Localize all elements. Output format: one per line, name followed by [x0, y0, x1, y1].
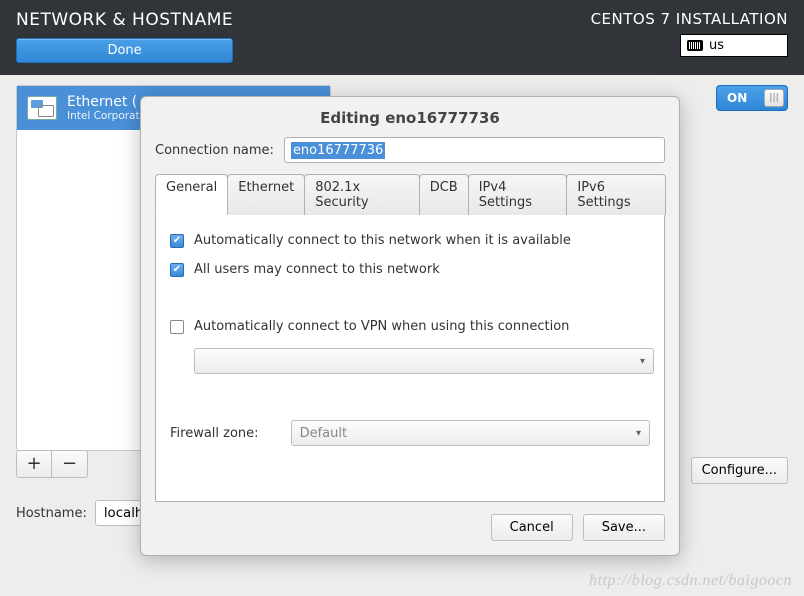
hostname-label: Hostname:: [16, 506, 87, 521]
cancel-button[interactable]: Cancel: [491, 514, 573, 541]
device-subtitle: Intel Corporat: [67, 110, 140, 122]
all-users-checkbox[interactable]: [170, 263, 184, 277]
tab-ipv6[interactable]: IPv6 Settings: [566, 174, 666, 215]
edit-connection-dialog: Editing eno16777736 Connection name: eno…: [140, 96, 680, 556]
firewall-zone-select[interactable]: Default ▾: [291, 420, 650, 446]
dialog-body: Connection name: eno16777736 General Eth…: [141, 137, 679, 502]
watermark: http://blog.csdn.net/baigoocn: [589, 572, 792, 590]
auto-connect-row[interactable]: Automatically connect to this network wh…: [170, 233, 650, 248]
connection-name-label: Connection name:: [155, 143, 274, 158]
device-text: Ethernet ( Intel Corporat: [67, 94, 140, 122]
chevron-down-icon: ▾: [640, 356, 645, 367]
add-device-button[interactable]: +: [16, 450, 52, 478]
connection-name-value: eno16777736: [291, 142, 385, 159]
connection-name-row: Connection name: eno16777736: [155, 137, 665, 163]
all-users-label: All users may connect to this network: [194, 262, 440, 277]
connection-name-input[interactable]: eno16777736: [284, 137, 665, 163]
spacer: [170, 291, 650, 305]
done-button[interactable]: Done: [16, 38, 233, 63]
installer-title: CENTOS 7 INSTALLATION: [591, 10, 788, 28]
firewall-zone-row: Firewall zone: Default ▾: [170, 420, 650, 446]
keyboard-layout-selector[interactable]: us: [680, 34, 788, 57]
dialog-title: Editing eno16777736: [141, 97, 679, 137]
page-title: NETWORK & HOSTNAME: [16, 10, 233, 30]
spacer-2: [170, 388, 650, 402]
dialog-footer: Cancel Save...: [141, 502, 679, 555]
keyboard-icon: [687, 40, 703, 51]
all-users-row[interactable]: All users may connect to this network: [170, 262, 650, 277]
tab-dcb[interactable]: DCB: [419, 174, 469, 215]
device-name: Ethernet (: [67, 94, 140, 110]
auto-vpn-checkbox[interactable]: [170, 320, 184, 334]
tab-content-general: Automatically connect to this network wh…: [155, 215, 665, 502]
auto-connect-label: Automatically connect to this network wh…: [194, 233, 571, 248]
auto-vpn-row[interactable]: Automatically connect to VPN when using …: [170, 319, 650, 334]
tab-general[interactable]: General: [155, 174, 228, 215]
firewall-zone-label: Firewall zone:: [170, 426, 259, 441]
ethernet-icon: [27, 96, 57, 120]
vpn-select[interactable]: ▾: [194, 348, 654, 374]
configure-button[interactable]: Configure...: [691, 457, 788, 484]
dialog-tabs: General Ethernet 802.1x Security DCB IPv…: [155, 173, 665, 215]
tab-8021x[interactable]: 802.1x Security: [304, 174, 419, 215]
header-right: CENTOS 7 INSTALLATION us: [591, 10, 788, 57]
header-left: NETWORK & HOSTNAME Done: [16, 10, 233, 63]
toggle-label: ON: [727, 91, 747, 105]
header-bar: NETWORK & HOSTNAME Done CENTOS 7 INSTALL…: [0, 0, 804, 75]
connection-toggle[interactable]: ON |||: [716, 85, 788, 111]
chevron-down-icon: ▾: [636, 428, 641, 439]
auto-vpn-label: Automatically connect to VPN when using …: [194, 319, 569, 334]
firewall-zone-value: Default: [300, 426, 348, 441]
toggle-knob: |||: [764, 89, 784, 107]
keyboard-layout-label: us: [709, 38, 724, 53]
tab-ethernet[interactable]: Ethernet: [227, 174, 305, 215]
auto-connect-checkbox[interactable]: [170, 234, 184, 248]
save-button[interactable]: Save...: [583, 514, 665, 541]
remove-device-button[interactable]: −: [52, 450, 88, 478]
tab-ipv4[interactable]: IPv4 Settings: [468, 174, 568, 215]
